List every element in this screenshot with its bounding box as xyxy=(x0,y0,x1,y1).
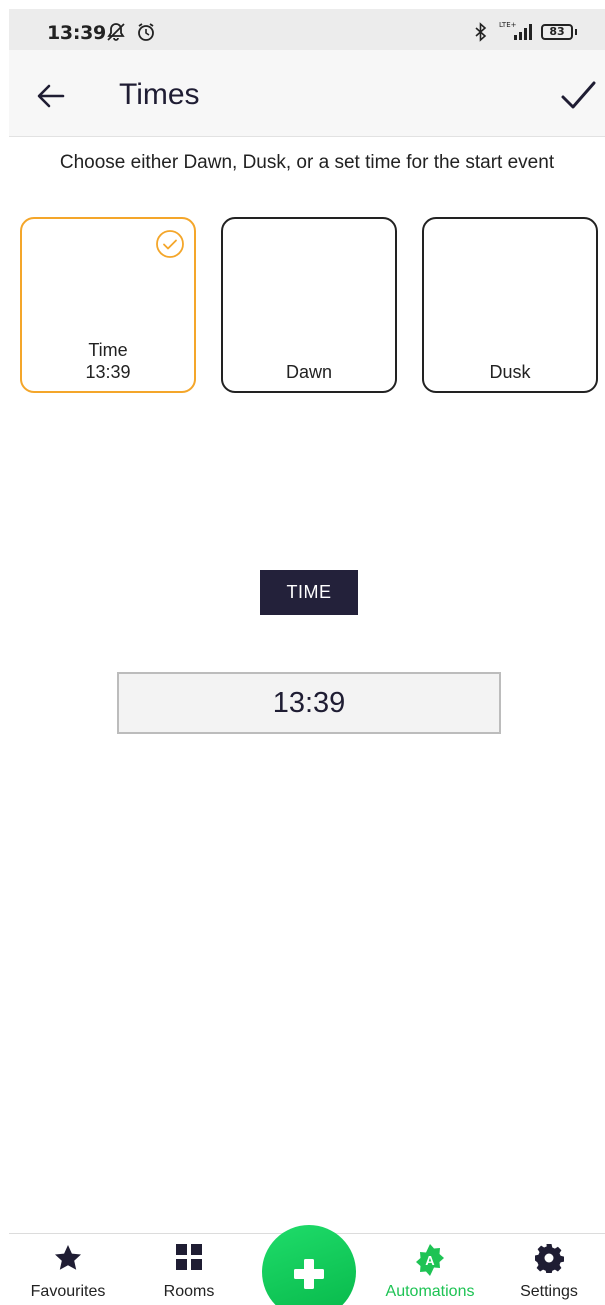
arrow-left-icon xyxy=(37,84,65,108)
svg-text:A: A xyxy=(425,1253,435,1268)
option-dawn-label: Dawn xyxy=(285,362,333,382)
instruction-text: Choose either Dawn, Dusk, or a set time … xyxy=(59,152,555,173)
status-time: 13:39 xyxy=(47,22,106,44)
time-section-label: TIME xyxy=(260,570,358,615)
selected-check-icon xyxy=(156,230,184,258)
nav-label-favourites: Favourites xyxy=(30,1283,106,1300)
option-label: Time 13:39 xyxy=(22,339,194,383)
grid-icon xyxy=(176,1244,202,1270)
page-title: Times xyxy=(119,78,200,111)
signal-icon xyxy=(513,24,535,45)
nav-item-rooms[interactable]: Rooms xyxy=(139,1234,239,1305)
alarm-icon xyxy=(136,22,156,47)
time-picker-field[interactable]: 13:39 xyxy=(117,672,501,734)
option-card-dusk[interactable]: Dusk xyxy=(422,217,598,393)
screen: 13:39 LTE+ 83 Times Choose either Dawn, … xyxy=(9,9,605,1305)
nav-label-rooms: Rooms xyxy=(163,1283,215,1300)
nav-item-automations[interactable]: A Automations xyxy=(377,1234,483,1305)
status-bar: 13:39 LTE+ 83 xyxy=(9,9,605,50)
option-time-value: 13:39 xyxy=(85,362,131,382)
star-icon xyxy=(55,1245,81,1270)
app-bar: Times xyxy=(9,50,605,137)
option-card-time[interactable]: Time 13:39 xyxy=(20,217,196,393)
plus-icon xyxy=(294,1259,324,1289)
battery-indicator: 83 xyxy=(541,24,573,40)
option-dusk-label: Dusk xyxy=(489,362,531,382)
nav-item-favourites[interactable]: Favourites xyxy=(17,1234,119,1305)
gear-icon xyxy=(535,1244,564,1273)
option-card-dawn[interactable]: Dawn xyxy=(221,217,397,393)
nav-label-settings: Settings xyxy=(520,1283,578,1300)
automations-icon: A xyxy=(416,1244,444,1276)
notifications-off-icon xyxy=(105,22,127,47)
checkmark-icon xyxy=(561,81,596,109)
option-time-label: Time xyxy=(88,340,128,360)
nav-item-settings[interactable]: Settings xyxy=(499,1234,599,1305)
back-button[interactable] xyxy=(35,80,67,112)
bluetooth-icon xyxy=(474,22,488,47)
confirm-button[interactable] xyxy=(559,78,597,114)
nav-label-automations: Automations xyxy=(385,1283,475,1300)
battery-tip xyxy=(575,29,577,35)
